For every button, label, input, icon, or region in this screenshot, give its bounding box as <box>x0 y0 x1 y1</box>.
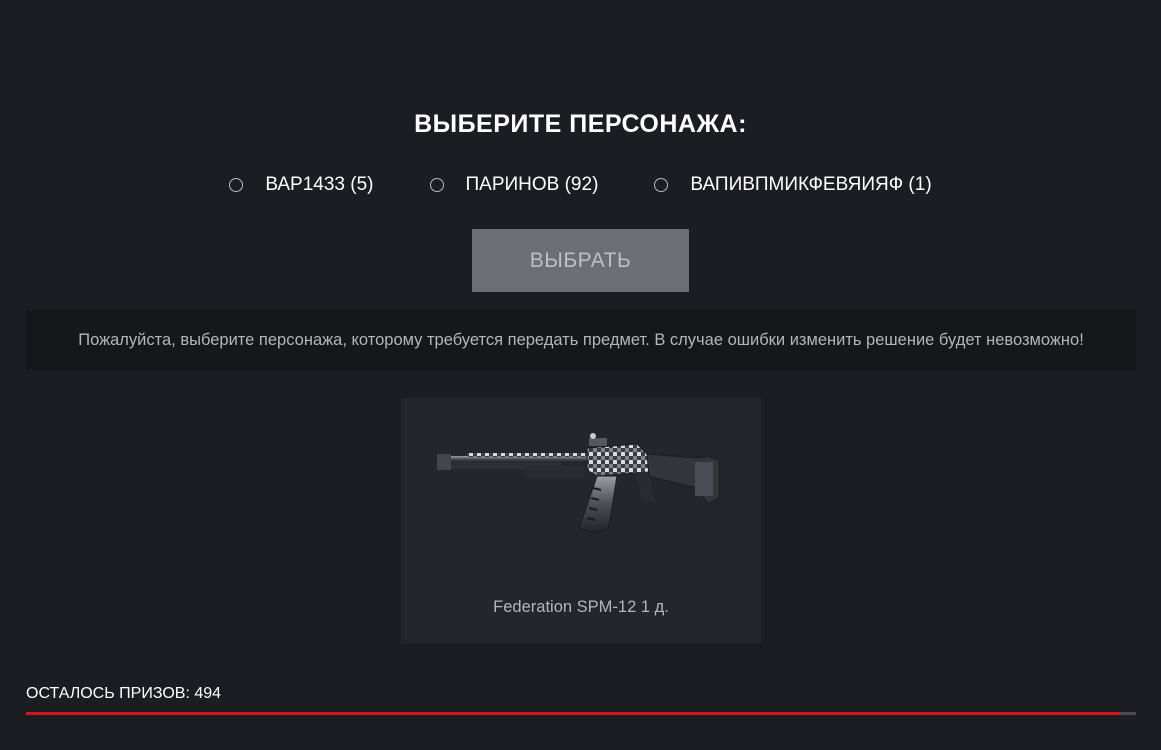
prize-name: Federation SPM-12 1 д. <box>493 598 669 616</box>
shotgun-icon <box>437 433 720 533</box>
select-button[interactable]: ВЫБРАТЬ <box>472 229 689 292</box>
warning-notice: Пожалуйста, выберите персонажа, которому… <box>26 310 1136 370</box>
progress-bar <box>26 712 1136 715</box>
character-label: ВАР1433 (5) <box>265 174 374 195</box>
notice-text: Пожалуйста, выберите персонажа, которому… <box>78 330 1084 349</box>
page-title: ВЫБЕРИТЕ ПЕРСОНАЖА: <box>414 110 747 138</box>
character-option-1[interactable]: ВАР1433 (5) <box>229 174 374 196</box>
character-option-2[interactable]: ПАРИНОВ (92) <box>429 174 599 196</box>
character-label: ВАПИВПМИКФЕВЯИЯФ (1) <box>690 174 932 195</box>
character-option-3[interactable]: ВАПИВПМИКФЕВЯИЯФ (1) <box>654 174 932 196</box>
progress-fill <box>26 712 1120 715</box>
radio-button[interactable] <box>429 178 444 192</box>
prize-card: Federation SPM-12 1 д. <box>401 398 761 643</box>
radio-button[interactable] <box>229 178 244 192</box>
character-options: ВАР1433 (5) ПАРИНОВ (92) ВАПИВПМИКФЕВЯИЯ… <box>0 174 1161 196</box>
character-label: ПАРИНОВ (92) <box>465 174 599 195</box>
remaining-prizes: ОСТАЛОСЬ ПРИЗОВ: 494 <box>26 685 222 702</box>
prize-transfer-page: ВЫБЕРИТЕ ПЕРСОНАЖА: ВАР1433 (5) ПАРИНОВ … <box>0 0 1161 750</box>
radio-button[interactable] <box>654 178 669 192</box>
